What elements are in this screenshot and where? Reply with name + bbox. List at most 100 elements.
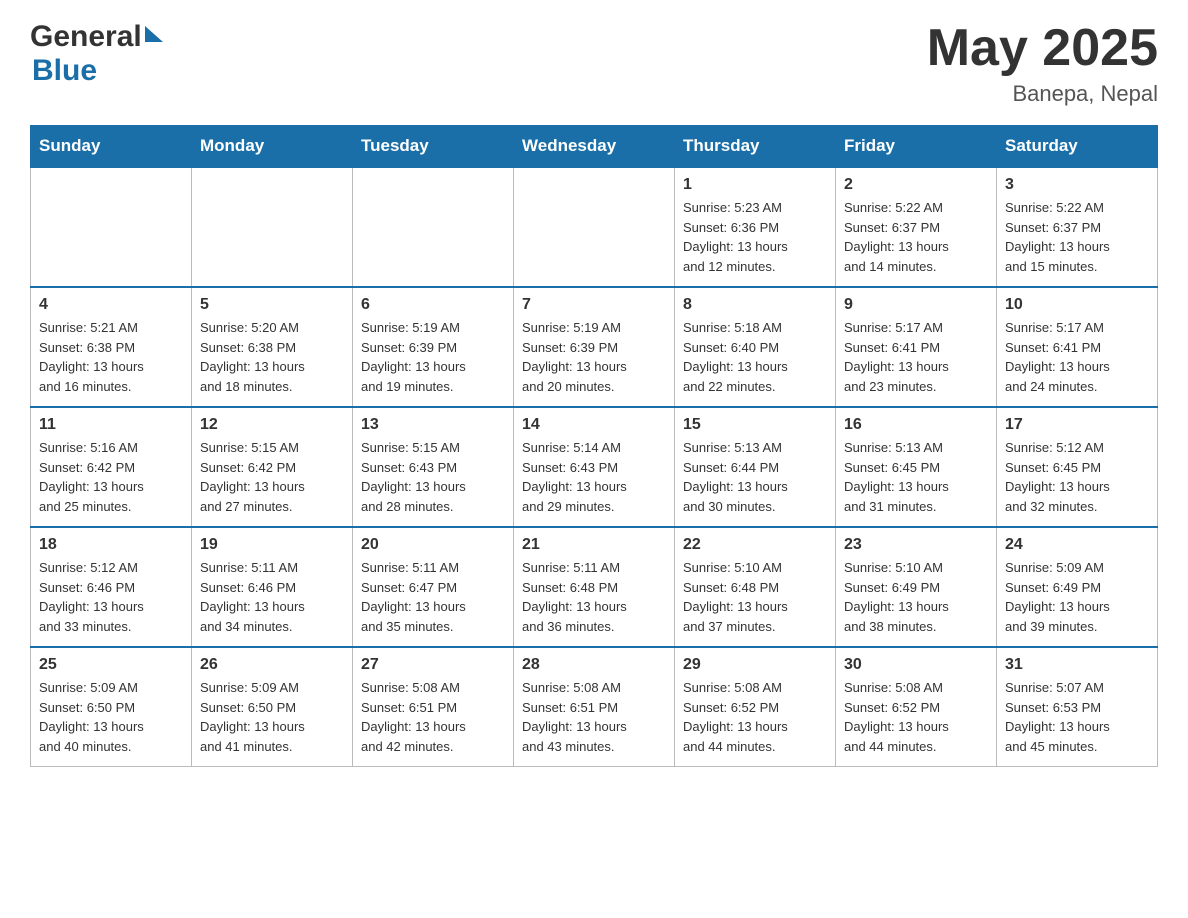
- table-row: 13 Sunrise: 5:15 AMSunset: 6:43 PMDayligh…: [353, 407, 514, 527]
- col-wednesday: Wednesday: [514, 126, 675, 168]
- day-info: Sunrise: 5:08 AMSunset: 6:52 PMDaylight:…: [683, 678, 827, 756]
- day-info: Sunrise: 5:11 AMSunset: 6:47 PMDaylight:…: [361, 558, 505, 636]
- calendar-week-row: 11 Sunrise: 5:16 AMSunset: 6:42 PMDayligh…: [31, 407, 1158, 527]
- day-number: 1: [683, 176, 827, 194]
- table-row: [31, 167, 192, 287]
- day-info: Sunrise: 5:15 AMSunset: 6:42 PMDaylight:…: [200, 438, 344, 516]
- table-row: 25Sunrise: 5:09 AMSunset: 6:50 PMDayligh…: [31, 647, 192, 767]
- table-row: 7 Sunrise: 5:19 AMSunset: 6:39 PMDaylight…: [514, 287, 675, 407]
- table-row: 5Sunrise: 5:20 AMSunset: 6:38 PMDaylight…: [192, 287, 353, 407]
- day-number: 13: [361, 416, 505, 434]
- day-number: 12: [200, 416, 344, 434]
- month-title: May 2025: [927, 20, 1158, 77]
- day-info: Sunrise: 5:08 AMSunset: 6:51 PMDaylight:…: [361, 678, 505, 756]
- title-area: May 2025 Banepa, Nepal: [927, 20, 1158, 107]
- day-info: Sunrise: 5:21 AMSunset: 6:38 PMDaylight:…: [39, 318, 183, 396]
- day-info: Sunrise: 5:15 AMSunset: 6:43 PMDaylight:…: [361, 438, 505, 516]
- table-row: 2 Sunrise: 5:22 AMSunset: 6:37 PMDaylight…: [836, 167, 997, 287]
- day-number: 23: [844, 536, 988, 554]
- day-number: 18: [39, 536, 183, 554]
- day-number: 7: [522, 296, 666, 314]
- day-info: Sunrise: 5:08 AMSunset: 6:52 PMDaylight:…: [844, 678, 988, 756]
- table-row: 30 Sunrise: 5:08 AMSunset: 6:52 PMDayligh…: [836, 647, 997, 767]
- day-info: Sunrise: 5:12 AMSunset: 6:46 PMDaylight:…: [39, 558, 183, 636]
- day-number: 28: [522, 656, 666, 674]
- col-friday: Friday: [836, 126, 997, 168]
- day-info: Sunrise: 5:10 AMSunset: 6:48 PMDaylight:…: [683, 558, 827, 636]
- table-row: 1 Sunrise: 5:23 AMSunset: 6:36 PMDaylight…: [675, 167, 836, 287]
- calendar-week-row: 1 Sunrise: 5:23 AMSunset: 6:36 PMDaylight…: [31, 167, 1158, 287]
- day-number: 31: [1005, 656, 1149, 674]
- table-row: 12 Sunrise: 5:15 AMSunset: 6:42 PMDayligh…: [192, 407, 353, 527]
- day-info: Sunrise: 5:18 AMSunset: 6:40 PMDaylight:…: [683, 318, 827, 396]
- calendar-week-row: 18 Sunrise: 5:12 AMSunset: 6:46 PMDayligh…: [31, 527, 1158, 647]
- table-row: 3 Sunrise: 5:22 AMSunset: 6:37 PMDaylight…: [997, 167, 1158, 287]
- table-row: 28 Sunrise: 5:08 AMSunset: 6:51 PMDayligh…: [514, 647, 675, 767]
- day-info: Sunrise: 5:17 AMSunset: 6:41 PMDaylight:…: [844, 318, 988, 396]
- table-row: 21Sunrise: 5:11 AMSunset: 6:48 PMDayligh…: [514, 527, 675, 647]
- col-monday: Monday: [192, 126, 353, 168]
- location: Banepa, Nepal: [927, 81, 1158, 107]
- day-info: Sunrise: 5:08 AMSunset: 6:51 PMDaylight:…: [522, 678, 666, 756]
- logo: General Blue: [30, 20, 163, 88]
- day-info: Sunrise: 5:09 AMSunset: 6:49 PMDaylight:…: [1005, 558, 1149, 636]
- day-number: 9: [844, 296, 988, 314]
- col-thursday: Thursday: [675, 126, 836, 168]
- table-row: 6Sunrise: 5:19 AMSunset: 6:39 PMDaylight…: [353, 287, 514, 407]
- page-header: General Blue May 2025 Banepa, Nepal: [30, 20, 1158, 107]
- table-row: 19 Sunrise: 5:11 AMSunset: 6:46 PMDayligh…: [192, 527, 353, 647]
- day-number: 29: [683, 656, 827, 674]
- logo-blue-text: Blue: [32, 54, 163, 88]
- table-row: [514, 167, 675, 287]
- table-row: 4Sunrise: 5:21 AMSunset: 6:38 PMDaylight…: [31, 287, 192, 407]
- day-number: 19: [200, 536, 344, 554]
- table-row: 18 Sunrise: 5:12 AMSunset: 6:46 PMDayligh…: [31, 527, 192, 647]
- day-number: 2: [844, 176, 988, 194]
- day-info: Sunrise: 5:22 AMSunset: 6:37 PMDaylight:…: [1005, 198, 1149, 276]
- col-saturday: Saturday: [997, 126, 1158, 168]
- table-row: 27 Sunrise: 5:08 AMSunset: 6:51 PMDayligh…: [353, 647, 514, 767]
- day-number: 15: [683, 416, 827, 434]
- day-info: Sunrise: 5:11 AMSunset: 6:48 PMDaylight:…: [522, 558, 666, 636]
- day-number: 11: [39, 416, 183, 434]
- table-row: [353, 167, 514, 287]
- day-number: 3: [1005, 176, 1149, 194]
- calendar-header-row: Sunday Monday Tuesday Wednesday Thursday…: [31, 126, 1158, 168]
- day-info: Sunrise: 5:07 AMSunset: 6:53 PMDaylight:…: [1005, 678, 1149, 756]
- day-number: 24: [1005, 536, 1149, 554]
- table-row: 14 Sunrise: 5:14 AMSunset: 6:43 PMDayligh…: [514, 407, 675, 527]
- table-row: 29 Sunrise: 5:08 AMSunset: 6:52 PMDayligh…: [675, 647, 836, 767]
- day-number: 10: [1005, 296, 1149, 314]
- table-row: 15 Sunrise: 5:13 AMSunset: 6:44 PMDayligh…: [675, 407, 836, 527]
- day-number: 17: [1005, 416, 1149, 434]
- day-number: 27: [361, 656, 505, 674]
- day-number: 25: [39, 656, 183, 674]
- table-row: 24 Sunrise: 5:09 AMSunset: 6:49 PMDayligh…: [997, 527, 1158, 647]
- table-row: 8Sunrise: 5:18 AMSunset: 6:40 PMDaylight…: [675, 287, 836, 407]
- day-info: Sunrise: 5:19 AMSunset: 6:39 PMDaylight:…: [522, 318, 666, 396]
- table-row: 22 Sunrise: 5:10 AMSunset: 6:48 PMDayligh…: [675, 527, 836, 647]
- day-info: Sunrise: 5:11 AMSunset: 6:46 PMDaylight:…: [200, 558, 344, 636]
- table-row: 23Sunrise: 5:10 AMSunset: 6:49 PMDayligh…: [836, 527, 997, 647]
- day-info: Sunrise: 5:09 AMSunset: 6:50 PMDaylight:…: [200, 678, 344, 756]
- day-info: Sunrise: 5:13 AMSunset: 6:44 PMDaylight:…: [683, 438, 827, 516]
- table-row: 9 Sunrise: 5:17 AMSunset: 6:41 PMDaylight…: [836, 287, 997, 407]
- day-info: Sunrise: 5:16 AMSunset: 6:42 PMDaylight:…: [39, 438, 183, 516]
- col-sunday: Sunday: [31, 126, 192, 168]
- day-info: Sunrise: 5:17 AMSunset: 6:41 PMDaylight:…: [1005, 318, 1149, 396]
- day-info: Sunrise: 5:13 AMSunset: 6:45 PMDaylight:…: [844, 438, 988, 516]
- calendar-table: Sunday Monday Tuesday Wednesday Thursday…: [30, 125, 1158, 767]
- calendar-week-row: 25 Sunrise: 5:09 AMSunset: 6:50 PMDayligh…: [31, 647, 1158, 767]
- day-number: 30: [844, 656, 988, 674]
- day-number: 14: [522, 416, 666, 434]
- day-info: Sunrise: 5:23 AMSunset: 6:36 PMDaylight:…: [683, 198, 827, 276]
- day-info: Sunrise: 5:14 AMSunset: 6:43 PMDaylight:…: [522, 438, 666, 516]
- col-tuesday: Tuesday: [353, 126, 514, 168]
- table-row: 10 Sunrise: 5:17 AMSunset: 6:41 PMDayligh…: [997, 287, 1158, 407]
- table-row: 17Sunrise: 5:12 AMSunset: 6:45 PMDayligh…: [997, 407, 1158, 527]
- day-info: Sunrise: 5:22 AMSunset: 6:37 PMDaylight:…: [844, 198, 988, 276]
- day-number: 22: [683, 536, 827, 554]
- calendar-week-row: 4Sunrise: 5:21 AMSunset: 6:38 PMDaylight…: [31, 287, 1158, 407]
- table-row: [192, 167, 353, 287]
- day-info: Sunrise: 5:20 AMSunset: 6:38 PMDaylight:…: [200, 318, 344, 396]
